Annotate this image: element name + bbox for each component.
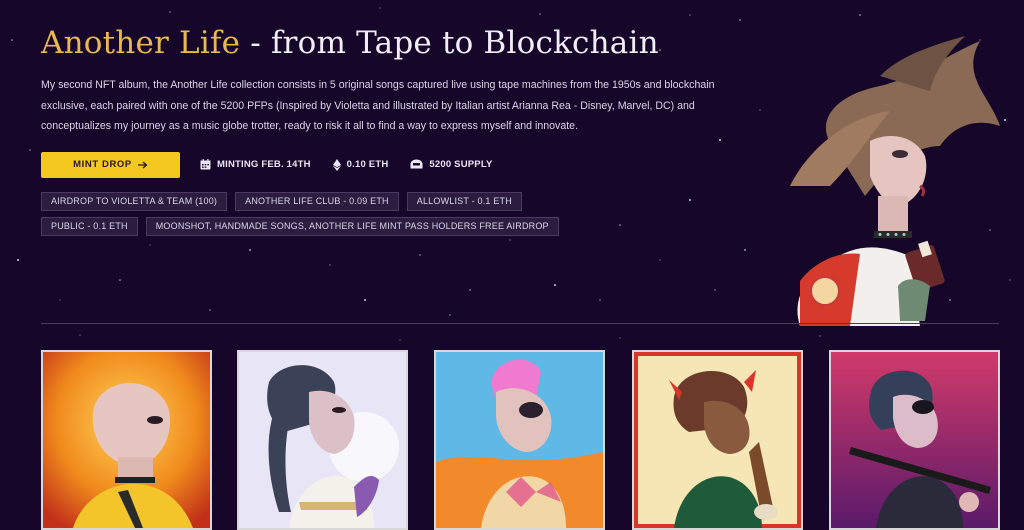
action-row: MINT DROP MINTING FEB. 14TH 0.10 ETH 520… [41, 151, 721, 178]
ethereum-icon [332, 158, 341, 171]
mint-drop-button[interactable]: MINT DROP [41, 151, 180, 178]
calendar-icon [200, 159, 211, 170]
tag-moonshot-airdrop[interactable]: MOONSHOT, HANDMADE SONGS, ANOTHER LIFE M… [145, 216, 559, 236]
title-subtitle: - from Tape to Blockchain [240, 25, 659, 61]
nft-card-bald-character[interactable] [41, 350, 212, 530]
tag-allowlist[interactable]: ALLOWLIST - 0.1 ETH [406, 191, 522, 211]
minting-date-text: MINTING FEB. 14TH [217, 159, 311, 170]
section-divider [41, 323, 999, 324]
mint-phases-tags: AIRDROP TO VIOLETTA & TEAM (100) ANOTHER… [41, 191, 601, 236]
nft-art-ponytail-character [239, 352, 406, 528]
mint-drop-label: MINT DROP [73, 159, 132, 170]
supply-stat: 5200 SUPPLY [410, 159, 492, 170]
tag-public[interactable]: PUBLIC - 0.1 ETH [41, 216, 138, 236]
nft-art-devil-horns-character [634, 352, 801, 528]
hero-character-illustration [790, 36, 1000, 326]
nft-art-bald-character [43, 352, 210, 528]
collection-description: My second NFT album, the Another Life co… [41, 79, 715, 132]
nft-card-pink-hair-character[interactable] [434, 350, 605, 530]
nft-card-devil-horns-character[interactable] [632, 350, 803, 530]
nft-art-bat-character [831, 352, 998, 528]
page-title: Another Life - from Tape to Blockchain [41, 22, 721, 64]
nft-card-ponytail-character[interactable] [237, 350, 408, 530]
hero-section: Another Life - from Tape to Blockchain M… [41, 22, 721, 236]
price-text: 0.10 ETH [346, 159, 389, 170]
nft-card-bat-character[interactable] [829, 350, 1000, 530]
minting-date-stat: MINTING FEB. 14TH [200, 159, 311, 170]
tag-airdrop-violetta[interactable]: AIRDROP TO VIOLETTA & TEAM (100) [41, 191, 228, 211]
arrow-right-icon [137, 161, 148, 168]
nft-art-pink-hair-character [436, 352, 603, 528]
title-highlight: Another Life [41, 25, 241, 61]
tag-another-life-club[interactable]: ANOTHER LIFE CLUB - 0.09 ETH [235, 191, 399, 211]
supply-icon [410, 159, 423, 169]
supply-text: 5200 SUPPLY [429, 159, 493, 170]
price-stat: 0.10 ETH [332, 158, 389, 171]
